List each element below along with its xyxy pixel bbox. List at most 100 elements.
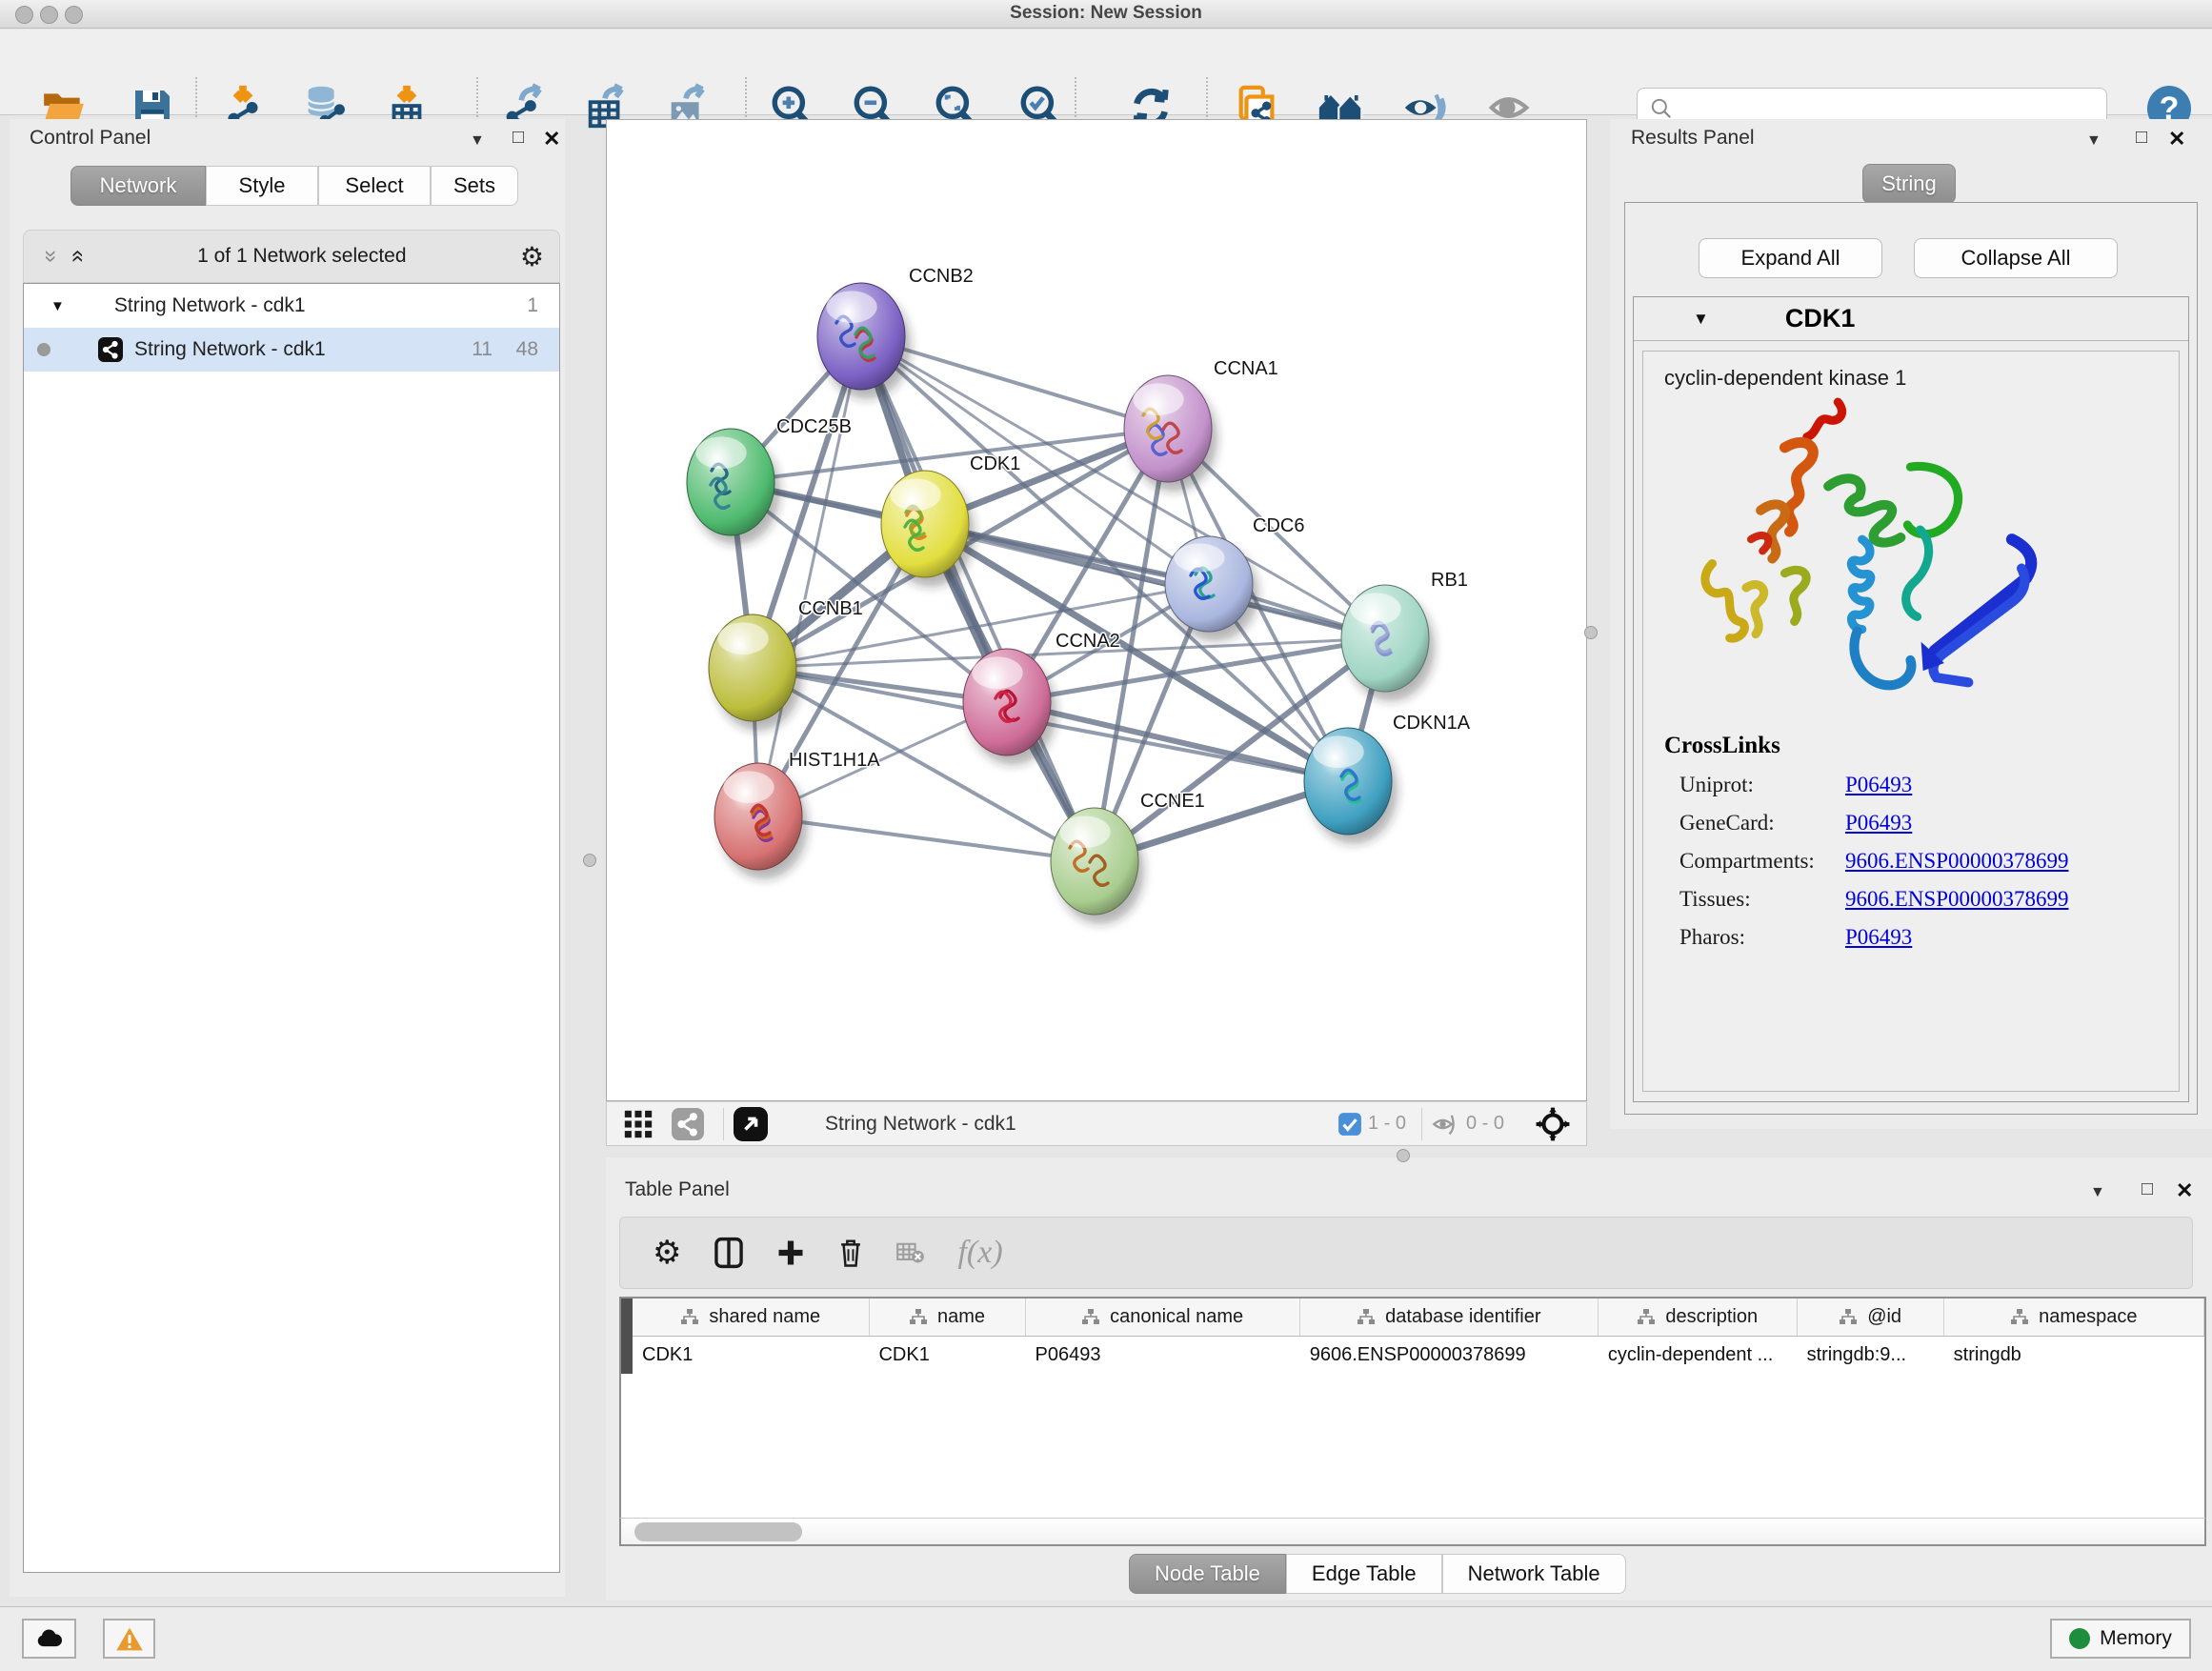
collapse-all-button[interactable]: Collapse All <box>1914 238 2118 278</box>
expand-all-button[interactable]: Expand All <box>1699 238 1882 278</box>
gene-name: CDK1 <box>1785 304 1856 333</box>
column-type-icon <box>1081 1308 1100 1327</box>
selected-checkbox-icon[interactable] <box>1337 1112 1362 1137</box>
network-node-CCNB2[interactable] <box>817 283 911 399</box>
node-label-CDKN1A: CDKN1A <box>1393 713 1471 734</box>
crosslink-link[interactable]: 9606.ENSP00000378699 <box>1845 887 2069 912</box>
crosslink-label: GeneCard: <box>1664 811 1845 836</box>
network-edge-CDK1-RB1[interactable] <box>925 524 1385 638</box>
section-expander-icon[interactable]: ▼ <box>1693 310 1709 329</box>
network-list: ▼ String Network - cdk1 1 String Network… <box>23 283 560 1573</box>
crosslink-link[interactable]: P06493 <box>1845 773 1912 797</box>
column-header-namespace[interactable]: namespace <box>1944 1299 2204 1336</box>
table-cell[interactable]: stringdb:9... <box>1798 1337 1944 1373</box>
network-node-CCNE1[interactable] <box>1051 808 1144 924</box>
crosslink-link[interactable]: P06493 <box>1845 811 1912 836</box>
network-node-RB1[interactable] <box>1341 585 1435 701</box>
results-panel: Results Panel ▼ □ ✕ String Expand All Co… <box>1610 119 2212 1129</box>
gene-section-header[interactable]: ▼ CDK1 <box>1634 297 2188 341</box>
close-panel-icon[interactable]: ✕ <box>2176 1178 2193 1203</box>
network-node-CDKN1A[interactable] <box>1304 728 1398 844</box>
node-label-CDK1: CDK1 <box>970 453 1020 474</box>
network-view-canvas[interactable]: CCNB2CCNA1CDC25BCDK1CDC6RB1CCNB1CCNA2CDK… <box>606 119 1587 1101</box>
column-header-name[interactable]: name <box>870 1299 1026 1336</box>
column-header-shared-name[interactable]: shared name <box>633 1299 870 1336</box>
network-edge-CCNA2-CDKN1A[interactable] <box>1007 702 1348 781</box>
network-edge-HIST1H1A-CCNE1[interactable] <box>758 816 1095 861</box>
close-panel-icon[interactable]: ✕ <box>2168 127 2185 151</box>
network-edge-CCNB2-HIST1H1A[interactable] <box>758 336 861 816</box>
network-overview-share-icon[interactable] <box>672 1108 704 1140</box>
column-header-description[interactable]: description <box>1599 1299 1798 1336</box>
collapse-all-networks-icon[interactable]: » <box>38 250 65 262</box>
table-cell[interactable]: CDK1 <box>633 1337 869 1373</box>
delete-table-icon[interactable] <box>896 1240 925 1265</box>
crosslink-link[interactable]: P06493 <box>1845 925 1912 950</box>
left-splitter-handle[interactable] <box>583 854 596 867</box>
network-collection-row[interactable]: ▼ String Network - cdk1 1 <box>24 284 559 328</box>
network-node-CCNB1[interactable] <box>709 614 802 731</box>
search-input[interactable] <box>1674 97 2083 121</box>
table-cell[interactable]: CDK1 <box>869 1337 1025 1373</box>
tab-sets[interactable]: Sets <box>431 166 518 206</box>
tab-node-table[interactable]: Node Table <box>1129 1554 1286 1594</box>
scrollbar-thumb[interactable] <box>634 1522 802 1541</box>
delete-column-trash-icon[interactable] <box>837 1238 864 1268</box>
network-node-HIST1H1A[interactable] <box>714 763 808 879</box>
birdseye-grid-icon[interactable] <box>622 1108 654 1140</box>
column-header-database-identifier[interactable]: database identifier <box>1300 1299 1599 1336</box>
tab-network[interactable]: Network <box>70 166 206 206</box>
show-columns-icon[interactable] <box>714 1237 744 1269</box>
memory-status-dot-icon <box>2069 1628 2090 1649</box>
close-panel-icon[interactable]: ✕ <box>543 127 560 151</box>
table-options-gear-icon[interactable]: ⚙ <box>653 1234 681 1272</box>
function-builder-icon[interactable]: f(x) <box>957 1235 1002 1271</box>
tab-string[interactable]: String <box>1862 164 1956 204</box>
maximize-panel-icon[interactable]: □ <box>2142 1178 2153 1200</box>
float-panel-icon[interactable]: ▼ <box>2086 132 2101 150</box>
table-cell[interactable]: stringdb <box>1944 1337 2204 1373</box>
warning-triangle-icon <box>115 1626 144 1652</box>
table-cell[interactable]: 9606.ENSP00000378699 <box>1300 1337 1599 1373</box>
collection-count: 1 <box>527 294 538 317</box>
table-row[interactable]: CDK1CDK1P064939606.ENSP00000378699cyclin… <box>633 1337 2204 1373</box>
maximize-panel-icon[interactable]: □ <box>2136 127 2147 149</box>
tab-network-table[interactable]: Network Table <box>1442 1554 1626 1594</box>
network-node-CCNA2[interactable] <box>963 649 1056 765</box>
network-options-gear-icon[interactable]: ⚙ <box>520 241 544 272</box>
hidden-eye-icon <box>1432 1111 1460 1137</box>
memory-button[interactable]: Memory <box>2050 1619 2191 1659</box>
table-cell[interactable]: P06493 <box>1026 1337 1300 1373</box>
crosslink-row: GeneCard:P06493 <box>1664 811 2069 836</box>
bottom-splitter-handle[interactable] <box>1397 1149 1410 1162</box>
cloud-status-button[interactable] <box>22 1619 76 1659</box>
collection-expander-icon[interactable]: ▼ <box>50 298 65 314</box>
network-node-CCNA1[interactable] <box>1124 375 1217 492</box>
right-splitter-handle[interactable] <box>1584 626 1598 639</box>
gene-description: cyclin-dependent kinase 1 <box>1664 366 1906 391</box>
float-panel-icon[interactable]: ▼ <box>470 132 485 150</box>
node-label-CCNA2: CCNA2 <box>1056 631 1120 652</box>
network-edge-CCNB2-CCNE1[interactable] <box>861 336 1095 861</box>
network-node-CDK1[interactable] <box>881 471 975 587</box>
network-node-CDC25B[interactable] <box>687 429 780 545</box>
crosslink-link[interactable]: 9606.ENSP00000378699 <box>1845 849 2069 874</box>
table-cell[interactable]: cyclin-dependent ... <box>1599 1337 1798 1373</box>
network-edge-count: 48 <box>516 338 538 361</box>
node-table: shared namenamecanonical namedatabase id… <box>619 1297 2206 1546</box>
warnings-button[interactable] <box>103 1619 155 1659</box>
add-column-icon[interactable] <box>776 1238 805 1267</box>
tab-select[interactable]: Select <box>318 166 431 206</box>
column-type-icon <box>1357 1308 1376 1327</box>
maximize-panel-icon[interactable]: □ <box>513 127 524 149</box>
float-panel-icon[interactable]: ▼ <box>2090 1184 2105 1201</box>
column-header--id[interactable]: @id <box>1798 1299 1944 1336</box>
column-header-canonical-name[interactable]: canonical name <box>1026 1299 1300 1336</box>
table-horizontal-scrollbar[interactable] <box>619 1518 2206 1546</box>
pan-crosshair-icon[interactable] <box>1535 1106 1571 1142</box>
tab-style[interactable]: Style <box>206 166 318 206</box>
network-row[interactable]: String Network - cdk1 11 48 <box>24 328 559 372</box>
expand-all-networks-icon[interactable]: » <box>64 250 90 262</box>
tab-edge-table[interactable]: Edge Table <box>1286 1554 1442 1594</box>
detach-view-icon[interactable] <box>734 1107 768 1141</box>
